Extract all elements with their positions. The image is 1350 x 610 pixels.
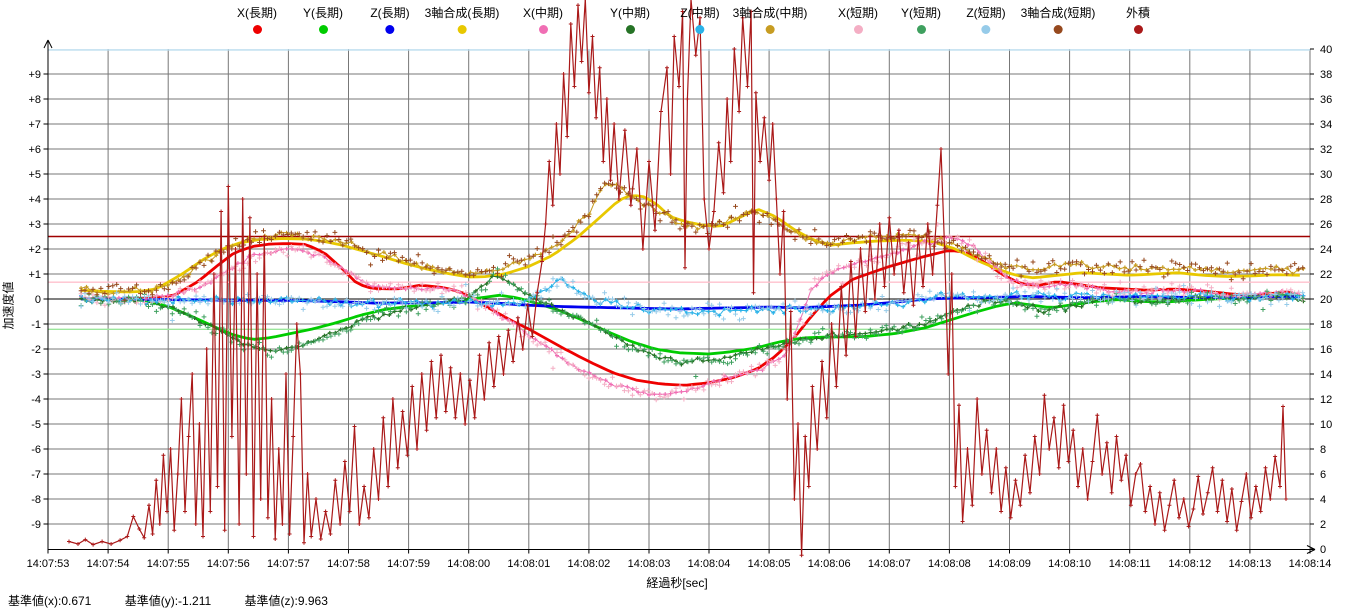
svg-text:+5: +5 bbox=[28, 169, 41, 181]
svg-text:+8: +8 bbox=[28, 94, 41, 106]
svg-text:14:08:06: 14:08:06 bbox=[808, 558, 851, 570]
svg-text:14:08:00: 14:08:00 bbox=[447, 558, 490, 570]
svg-text:14:08:01: 14:08:01 bbox=[507, 558, 550, 570]
svg-text:14:07:59: 14:07:59 bbox=[387, 558, 430, 570]
svg-text:20: 20 bbox=[1320, 294, 1332, 306]
reference-lines bbox=[48, 50, 1310, 329]
svg-text:-2: -2 bbox=[31, 344, 41, 356]
svg-text:-6: -6 bbox=[31, 444, 41, 456]
svg-text:0: 0 bbox=[1320, 544, 1326, 556]
svg-text:14: 14 bbox=[1320, 369, 1332, 381]
svg-text:14:08:12: 14:08:12 bbox=[1168, 558, 1211, 570]
svg-text:14:07:56: 14:07:56 bbox=[207, 558, 250, 570]
baseline-readouts: 基準値(x):0.671 基準値(y):-1.211 基準値(z):9.963 bbox=[8, 592, 358, 609]
acceleration-monitor-page: +9+8+7+6+5+4+3+2+10-1-2-3-4-5-6-7-8-9403… bbox=[0, 0, 1350, 610]
svg-text:14:07:53: 14:07:53 bbox=[27, 558, 70, 570]
svg-text:14:07:54: 14:07:54 bbox=[87, 558, 130, 570]
svg-text:14:07:58: 14:07:58 bbox=[327, 558, 370, 570]
svg-text:-1: -1 bbox=[31, 319, 41, 331]
svg-text:6: 6 bbox=[1320, 469, 1326, 481]
svg-text:10: 10 bbox=[1320, 419, 1332, 431]
svg-text:+6: +6 bbox=[28, 144, 41, 156]
y-right-tick-labels: 4038363432302826242220181614121086420 bbox=[1320, 44, 1332, 556]
svg-text:22: 22 bbox=[1320, 269, 1332, 281]
svg-text:14:08:13: 14:08:13 bbox=[1228, 558, 1271, 570]
svg-text:14:08:14: 14:08:14 bbox=[1289, 558, 1332, 570]
svg-text:-7: -7 bbox=[31, 469, 41, 481]
svg-text:-9: -9 bbox=[31, 519, 41, 531]
svg-text:0: 0 bbox=[35, 294, 41, 306]
svg-text:14:08:02: 14:08:02 bbox=[567, 558, 610, 570]
svg-text:-3: -3 bbox=[31, 369, 41, 381]
svg-text:32: 32 bbox=[1320, 144, 1332, 156]
svg-text:26: 26 bbox=[1320, 219, 1332, 231]
svg-text:36: 36 bbox=[1320, 94, 1332, 106]
svg-text:+9: +9 bbox=[28, 69, 41, 81]
svg-text:16: 16 bbox=[1320, 344, 1332, 356]
svg-text:+4: +4 bbox=[28, 194, 41, 206]
svg-text:14:08:11: 14:08:11 bbox=[1109, 558, 1151, 570]
svg-text:12: 12 bbox=[1320, 394, 1332, 406]
svg-text:+3: +3 bbox=[28, 219, 41, 231]
y-axis-label: 加速度値 bbox=[0, 274, 17, 338]
svg-text:8: 8 bbox=[1320, 444, 1326, 456]
x-tick-labels: 14:07:53 14:07:54 14:07:55 14:07:56 14:07:57… bbox=[27, 558, 1332, 570]
y-left-tick-labels: +9 +8 +7 +6 +5 +4 +3 +2 +1 0 -1 -2 -3 -4 -5 -6 -7 -8 -9 bbox=[28, 69, 41, 531]
svg-text:+2: +2 bbox=[28, 244, 41, 256]
baseline-z-value: 基準値(z):9.963 bbox=[245, 594, 328, 608]
svg-text:34: 34 bbox=[1320, 119, 1332, 131]
svg-text:18: 18 bbox=[1320, 319, 1332, 331]
svg-text:14:08:07: 14:08:07 bbox=[868, 558, 911, 570]
svg-text:4: 4 bbox=[1320, 494, 1326, 506]
svg-text:14:08:10: 14:08:10 bbox=[1048, 558, 1091, 570]
svg-text:-4: -4 bbox=[31, 394, 41, 406]
svg-text:+7: +7 bbox=[28, 119, 41, 131]
svg-text:30: 30 bbox=[1320, 169, 1332, 181]
svg-text:14:08:08: 14:08:08 bbox=[928, 558, 971, 570]
svg-text:14:08:03: 14:08:03 bbox=[628, 558, 671, 570]
svg-text:14:08:05: 14:08:05 bbox=[748, 558, 791, 570]
svg-text:-5: -5 bbox=[31, 419, 41, 431]
svg-text:40: 40 bbox=[1320, 44, 1332, 56]
svg-text:14:08:09: 14:08:09 bbox=[988, 558, 1031, 570]
acceleration-chart: +9+8+7+6+5+4+3+2+10-1-2-3-4-5-6-7-8-9403… bbox=[0, 0, 1350, 610]
svg-text:2: 2 bbox=[1320, 519, 1326, 531]
x-axis-label: 経過秒[sec] bbox=[622, 574, 732, 591]
svg-text:-8: -8 bbox=[31, 494, 41, 506]
svg-text:+1: +1 bbox=[28, 269, 41, 281]
baseline-y-value: 基準値(y):-1.211 bbox=[125, 594, 211, 608]
svg-text:24: 24 bbox=[1320, 244, 1332, 256]
baseline-x-value: 基準値(x):0.671 bbox=[8, 594, 91, 608]
svg-text:14:07:57: 14:07:57 bbox=[267, 558, 310, 570]
svg-text:14:08:04: 14:08:04 bbox=[688, 558, 731, 570]
svg-text:14:07:55: 14:07:55 bbox=[147, 558, 190, 570]
svg-text:28: 28 bbox=[1320, 194, 1332, 206]
svg-text:38: 38 bbox=[1320, 69, 1332, 81]
